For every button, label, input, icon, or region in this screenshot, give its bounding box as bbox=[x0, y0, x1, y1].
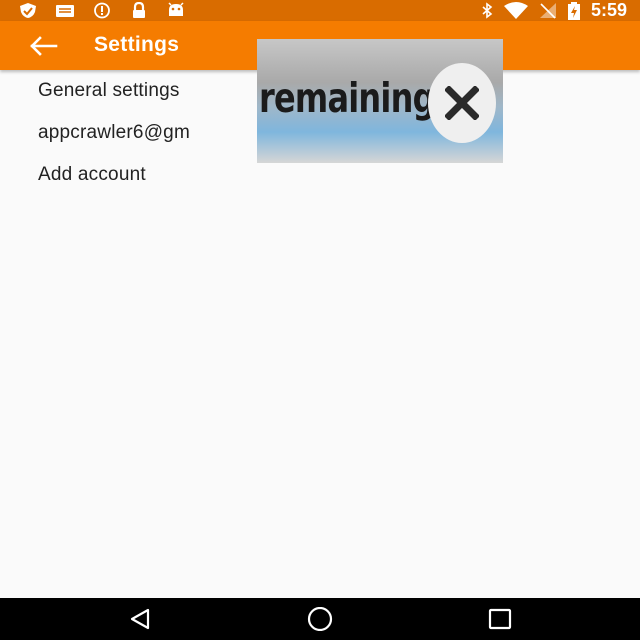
arrow-left-icon bbox=[26, 32, 60, 60]
status-bar: 5:59 bbox=[0, 0, 640, 21]
no-sim-icon bbox=[539, 2, 557, 19]
shield-icon bbox=[18, 2, 38, 19]
battery-charging-icon bbox=[567, 1, 581, 20]
alert-icon bbox=[92, 2, 112, 19]
back-button[interactable] bbox=[26, 32, 60, 60]
lock-icon bbox=[129, 2, 149, 19]
list-item-add-account[interactable]: Add account bbox=[38, 164, 146, 186]
nav-home-button[interactable] bbox=[300, 607, 340, 631]
nav-back-button[interactable] bbox=[120, 607, 160, 631]
back-triangle-icon bbox=[120, 607, 160, 631]
page-title: Settings bbox=[94, 33, 180, 56]
wifi-icon bbox=[503, 2, 529, 19]
recents-square-icon bbox=[480, 607, 520, 631]
list-item-account[interactable]: appcrawler6@gm bbox=[38, 122, 190, 144]
ad-text: remaining bbox=[259, 74, 435, 122]
nav-recents-button[interactable] bbox=[480, 607, 520, 631]
list-item-general-settings[interactable]: General settings bbox=[38, 80, 180, 102]
mail-icon bbox=[55, 2, 75, 19]
system-icons: 5:59 bbox=[481, 1, 627, 20]
notification-icons bbox=[18, 2, 186, 19]
ad-close-button[interactable] bbox=[428, 63, 496, 143]
home-circle-icon bbox=[300, 607, 340, 631]
navigation-bar bbox=[0, 598, 640, 640]
ad-overlay[interactable]: remaining bbox=[257, 39, 503, 163]
bluetooth-icon bbox=[481, 2, 493, 19]
android-icon bbox=[166, 2, 186, 19]
status-time: 5:59 bbox=[590, 0, 627, 20]
